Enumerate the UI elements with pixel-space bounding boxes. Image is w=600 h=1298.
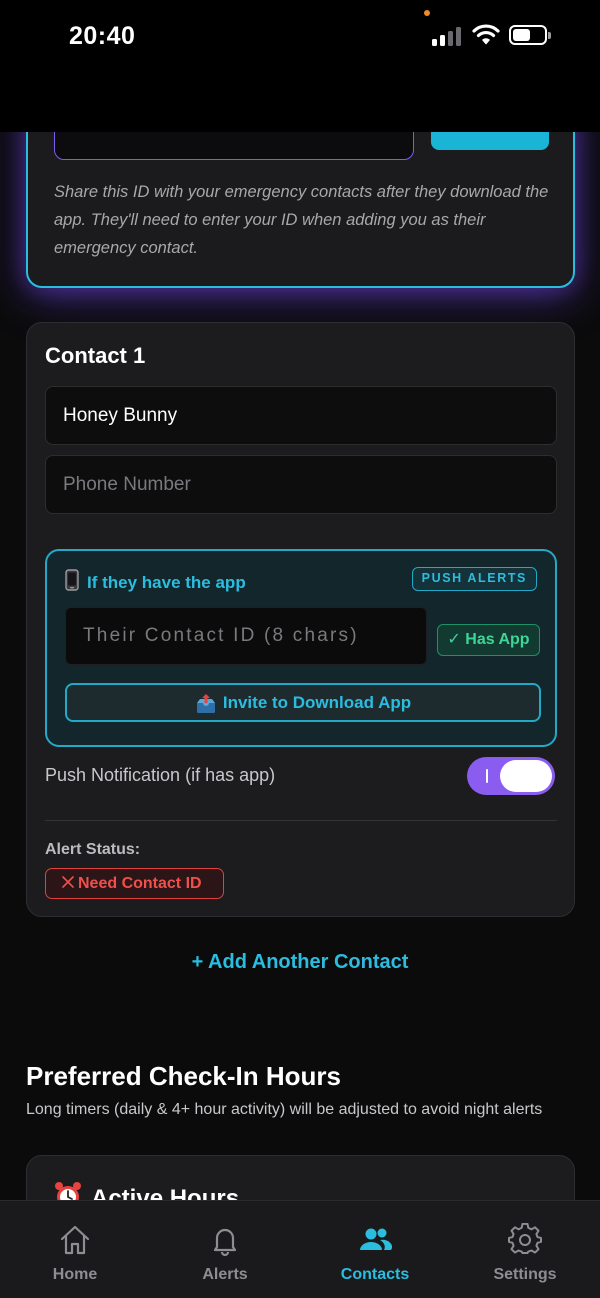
tab-contacts[interactable]: Contacts (300, 1201, 450, 1298)
alert-status-text: Need Contact ID (78, 874, 202, 892)
wifi-icon (472, 23, 500, 50)
outbox-tray-icon (195, 693, 215, 713)
toggle-knob (500, 760, 552, 792)
contact-name-input[interactable] (45, 386, 557, 445)
push-notification-toggle[interactable] (467, 757, 555, 795)
preferred-hours-title: Preferred Check-In Hours (26, 1061, 341, 1091)
cellular-signal-icon (432, 26, 464, 46)
push-notification-label: Push Notification (if has app) (45, 765, 276, 785)
tab-home-label: Home (52, 1266, 98, 1283)
mobile-phone-icon (65, 569, 79, 596)
tab-home[interactable]: Home (0, 1201, 150, 1298)
alert-status-label: Alert Status: (45, 841, 141, 858)
tab-settings-label: Settings (493, 1266, 557, 1283)
preferred-hours-subtitle: Long timers (daily & 4+ hour activity) w… (26, 1101, 543, 1118)
tab-alerts-label: Alerts (202, 1266, 248, 1283)
tab-bar: Home Alerts Contacts Settings (0, 1200, 600, 1298)
status-time: 20:40 (69, 22, 136, 50)
app-section-heading-text: If they have the app (87, 572, 246, 592)
divider (45, 820, 557, 821)
contact-title: Contact 1 (45, 343, 146, 368)
phone-number-input[interactable] (45, 455, 557, 514)
alert-status-badge: Need Contact ID (45, 868, 224, 899)
app-section: If they have the app PUSH ALERTS ✓ Has A… (45, 549, 557, 747)
battery-icon (509, 25, 551, 45)
add-another-contact-button[interactable]: + Add Another Contact (0, 951, 600, 974)
tab-contacts-label: Contacts (340, 1266, 410, 1283)
push-alerts-badge: PUSH ALERTS (411, 567, 537, 591)
app-section-heading: If they have the app (65, 569, 246, 596)
contact-id-input[interactable] (65, 607, 427, 665)
status-bar: 20:40 (0, 0, 600, 132)
toggle-on-indicator (486, 769, 488, 783)
id-help-text: Share this ID with your emergency contac… (54, 183, 549, 257)
invite-download-button[interactable]: Invite to Download App (65, 683, 541, 722)
contacts-screen: Share this ID with your emergency contac… (0, 0, 600, 1298)
contact-card: Contact 1 If they have the app PUSH ALER… (26, 322, 575, 917)
tab-alerts[interactable]: Alerts (150, 1201, 300, 1298)
privacy-indicator-dot (424, 10, 430, 16)
tab-settings[interactable]: Settings (450, 1201, 600, 1298)
has-app-button[interactable]: ✓ Has App (437, 624, 540, 656)
cross-icon (62, 875, 74, 893)
invite-download-label: Invite to Download App (222, 692, 412, 712)
